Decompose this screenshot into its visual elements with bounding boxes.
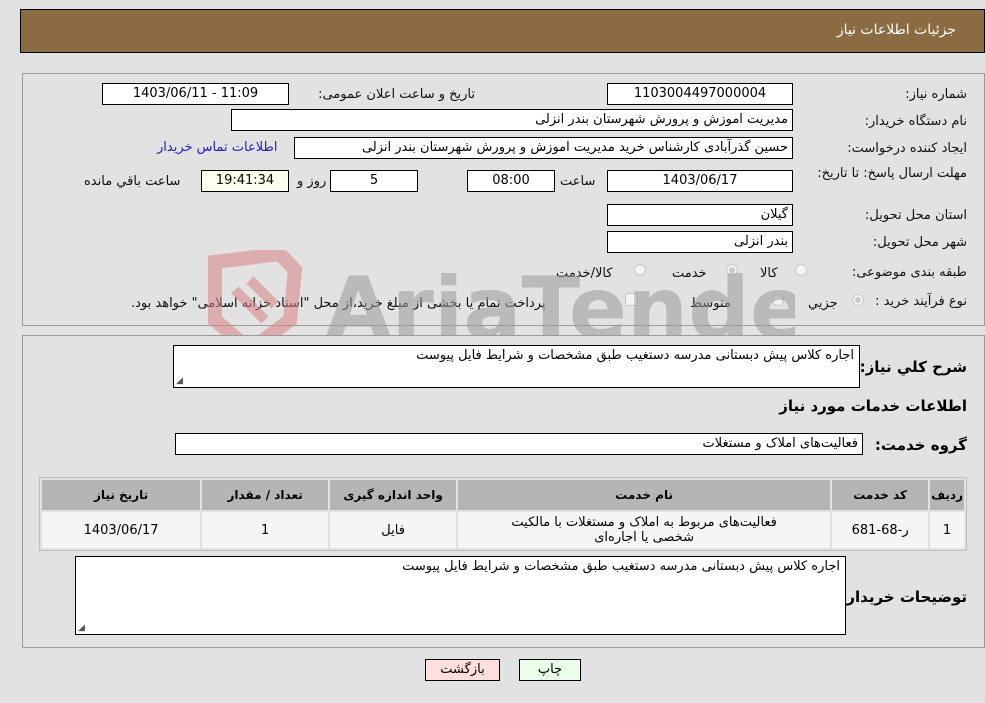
category-option-goods: کالا	[760, 266, 778, 281]
city-field: بندر انزلی	[607, 231, 793, 253]
need-number-field: 1103004497000004	[607, 83, 793, 105]
city-label: شهر محل تحویل:	[872, 235, 967, 250]
cell-row: 1	[930, 512, 964, 548]
remaining-days-field: 5	[330, 170, 418, 192]
category-option-service: خدمت	[672, 266, 707, 281]
purchase-type-radio-medium[interactable]	[772, 294, 784, 306]
service-group-field: فعالیت‌های املاک و مستغلات	[175, 433, 863, 455]
services-section-title: اطلاعات خدمات مورد نیاز	[779, 397, 967, 415]
remaining-time-field: 19:41:34	[201, 170, 289, 192]
requester-field: حسین گذرآبادی کارشناس خرید مدیریت اموزش …	[294, 137, 793, 159]
category-radio-service[interactable]	[726, 264, 738, 276]
cell-code: ر-68-681	[832, 512, 929, 548]
print-button[interactable]: چاپ	[519, 659, 581, 681]
deadline-label: مهلت ارسال پاسخ: تا تاریخ:	[817, 166, 967, 181]
services-table-header: ردیف کد خدمت نام خدمت واحد اندازه گیری ت…	[42, 480, 964, 510]
category-label: طبقه بندی موضوعی:	[851, 265, 967, 280]
requester-label: ایجاد کننده درخواست:	[847, 141, 967, 156]
services-table: ردیف کد خدمت نام خدمت واحد اندازه گیری ت…	[39, 477, 967, 551]
announce-datetime-label: تاریخ و ساعت اعلان عمومی:	[318, 87, 475, 102]
description-label: شرح كلي نياز:	[859, 358, 967, 376]
col-code: کد خدمت	[832, 480, 929, 510]
days-label: روز و	[297, 174, 327, 189]
category-option-goods-service: کالا/خدمت	[556, 266, 613, 281]
page-title: جزئیات اطلاعات نیاز	[836, 22, 956, 38]
buyer-org-label: نام دستگاه خریدار:	[864, 114, 967, 129]
service-group-label: گروه خدمت:	[874, 436, 967, 454]
buyer-notes-text: اجاره کلاس پیش دبستانی مدرسه دستغیب طبق …	[402, 559, 840, 574]
col-qty: تعداد / مقدار	[202, 480, 329, 510]
col-unit: واحد اندازه گیری	[330, 480, 457, 510]
back-button[interactable]: بازگشت	[425, 659, 500, 681]
treasury-note: پرداخت تمام یا بخشی از مبلغ خرید،از محل …	[131, 296, 546, 311]
need-number-label: شماره نیاز:	[905, 87, 967, 102]
col-date: تاریخ نیاز	[42, 480, 201, 510]
province-label: استان محل تحویل:	[865, 208, 967, 223]
resize-grip-icon[interactable]: ◢	[78, 623, 85, 633]
purchase-type-label: نوع فرآیند خرید :	[875, 294, 967, 309]
description-textarea[interactable]: اجاره کلاس پیش دبستانی مدرسه دستغیب طبق …	[173, 345, 860, 388]
col-row: ردیف	[930, 480, 964, 510]
purchase-type-option-minor: جزيي	[808, 296, 838, 311]
purchase-type-radio-minor[interactable]	[852, 294, 864, 306]
deadline-time-field: 08:00	[467, 170, 555, 192]
table-row: 1 ر-68-681 فعالیت‌های مربوط به املاک و م…	[42, 512, 964, 548]
buyer-contact-link[interactable]: اطلاعات تماس خریدار	[157, 140, 277, 155]
buyer-org-field: مدیریت اموزش و پرورش شهرستان بندر انزلی	[231, 109, 793, 131]
buyer-notes-textarea[interactable]: اجاره کلاس پیش دبستانی مدرسه دستغیب طبق …	[75, 556, 846, 635]
cell-date: 1403/06/17	[42, 512, 201, 548]
cell-qty: 1	[202, 512, 329, 548]
description-text: اجاره کلاس پیش دبستانی مدرسه دستغیب طبق …	[416, 348, 854, 363]
category-radio-goods-service[interactable]	[634, 264, 646, 276]
category-radio-goods[interactable]	[795, 264, 807, 276]
cell-name: فعالیت‌های مربوط به املاک و مستغلات با م…	[458, 512, 831, 548]
deadline-date-field: 1403/06/17	[607, 170, 793, 192]
page-header: جزئیات اطلاعات نیاز	[20, 9, 985, 53]
cell-unit: فایل	[330, 512, 457, 548]
deadline-time-label: ساعت	[560, 174, 596, 189]
province-field: گیلان	[607, 204, 793, 226]
resize-grip-icon[interactable]: ◢	[176, 376, 183, 386]
col-name: نام خدمت	[458, 480, 831, 510]
remaining-time-label: ساعت باقي مانده	[84, 174, 181, 189]
treasury-checkbox[interactable]	[625, 293, 638, 306]
buyer-notes-label: توضیحات خریدار:	[840, 588, 967, 606]
purchase-type-option-medium: متوسط	[690, 296, 731, 311]
announce-datetime-field: 1403/06/11 - 11:09	[102, 83, 289, 105]
